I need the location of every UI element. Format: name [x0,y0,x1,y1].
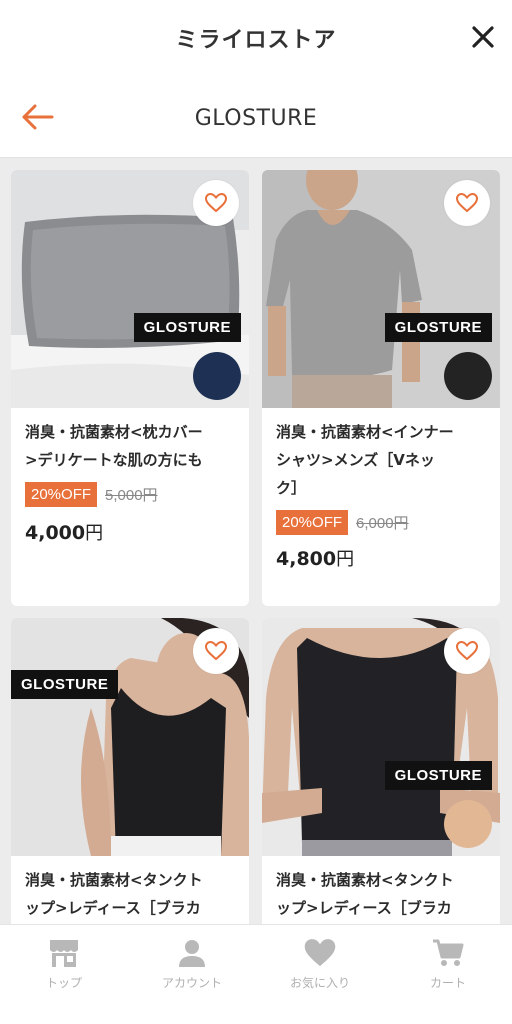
product-card[interactable]: GLOSTURE 消臭・抗菌素材<枕カバー >デリケートな肌の方にも 20%OF… [11,170,249,606]
nav-label: お気に入り [289,976,350,990]
favorite-button[interactable] [193,628,239,674]
sale-price: 4,000円 [25,519,235,545]
product-name-line: 消臭・抗菌素材<タンクト [276,871,454,889]
favorite-button[interactable] [444,180,490,226]
nav-item-cart[interactable]: カート [384,925,512,1004]
product-image[interactable]: GLOSTURE [11,618,249,856]
original-price: 5,000円 [105,487,158,504]
heart-outline-icon [456,193,478,213]
product-name-line: ップ>レディース［ブラカ [276,899,452,917]
nav-label: カート [429,976,466,990]
close-icon[interactable] [468,22,498,52]
nav-label: トップ [45,976,82,990]
heart-icon [304,939,336,967]
brand-badge: GLOSTURE [384,761,492,790]
heart-outline-icon [456,641,478,661]
favorite-button[interactable] [444,628,490,674]
home-indicator-area [0,1004,512,1024]
favorite-button[interactable] [193,180,239,226]
brand-badge: GLOSTURE [11,670,119,699]
nav-item-favorites[interactable]: お気に入り [256,925,384,1004]
price-value: 4,800 [276,548,337,570]
product-image[interactable]: GLOSTURE [11,170,249,408]
brand-badge: GLOSTURE [133,313,241,342]
product-card[interactable]: GLOSTURE 消臭・抗菌素材<タンクト ップ>レディース［ブラカ [262,618,500,924]
product-name-line: ップ>レディース［ブラカ [25,899,201,917]
currency-label: 円 [336,549,355,570]
store-icon [50,940,78,967]
product-grid: GLOSTURE 消臭・抗菌素材<枕カバー >デリケートな肌の方にも 20%OF… [0,160,512,924]
product-image[interactable]: GLOSTURE [262,618,500,856]
color-swatch [444,352,492,400]
color-swatch [444,800,492,848]
original-price: 6,000円 [356,515,409,532]
product-name-line: 消臭・抗菌素材<インナー [276,423,454,441]
brand-header: GLOSTURE [0,80,512,158]
color-swatch [193,352,241,400]
discount-badge: 20%OFF [276,510,349,535]
product-name-line: >デリケートな肌の方にも [25,451,203,469]
bottom-navigation: トップ アカウント お気に入り カート [0,924,512,1004]
product-name-line: 消臭・抗菌素材<タンクト [25,871,203,889]
app-header: ミライロストア [0,0,512,80]
product-card[interactable]: GLOSTURE 消臭・抗菌素材<タンクト ップ>レディース［ブラカ [11,618,249,924]
product-card[interactable]: GLOSTURE 消臭・抗菌素材<インナー シャツ>メンズ［Vネッ ク］ 20%… [262,170,500,606]
product-name-line: 消臭・抗菌素材<枕カバー [25,423,203,441]
heart-outline-icon [205,193,227,213]
brand-title: GLOSTURE [194,106,318,131]
sale-price: 4,800円 [276,545,486,571]
nav-item-top[interactable]: トップ [0,925,128,1004]
nav-label: アカウント [161,976,222,990]
heart-outline-icon [205,641,227,661]
person-icon [179,940,205,967]
store-title: ミライロストア [175,28,337,53]
cart-icon [433,939,464,966]
discount-badge: 20%OFF [25,482,98,507]
currency-label: 円 [85,523,104,544]
product-name-line: シャツ>メンズ［Vネッ [276,451,435,469]
product-name-line: ク］ [276,479,307,497]
brand-badge: GLOSTURE [384,313,492,342]
nav-item-account[interactable]: アカウント [128,925,256,1004]
product-image[interactable]: GLOSTURE [262,170,500,408]
price-value: 4,000 [25,522,86,544]
